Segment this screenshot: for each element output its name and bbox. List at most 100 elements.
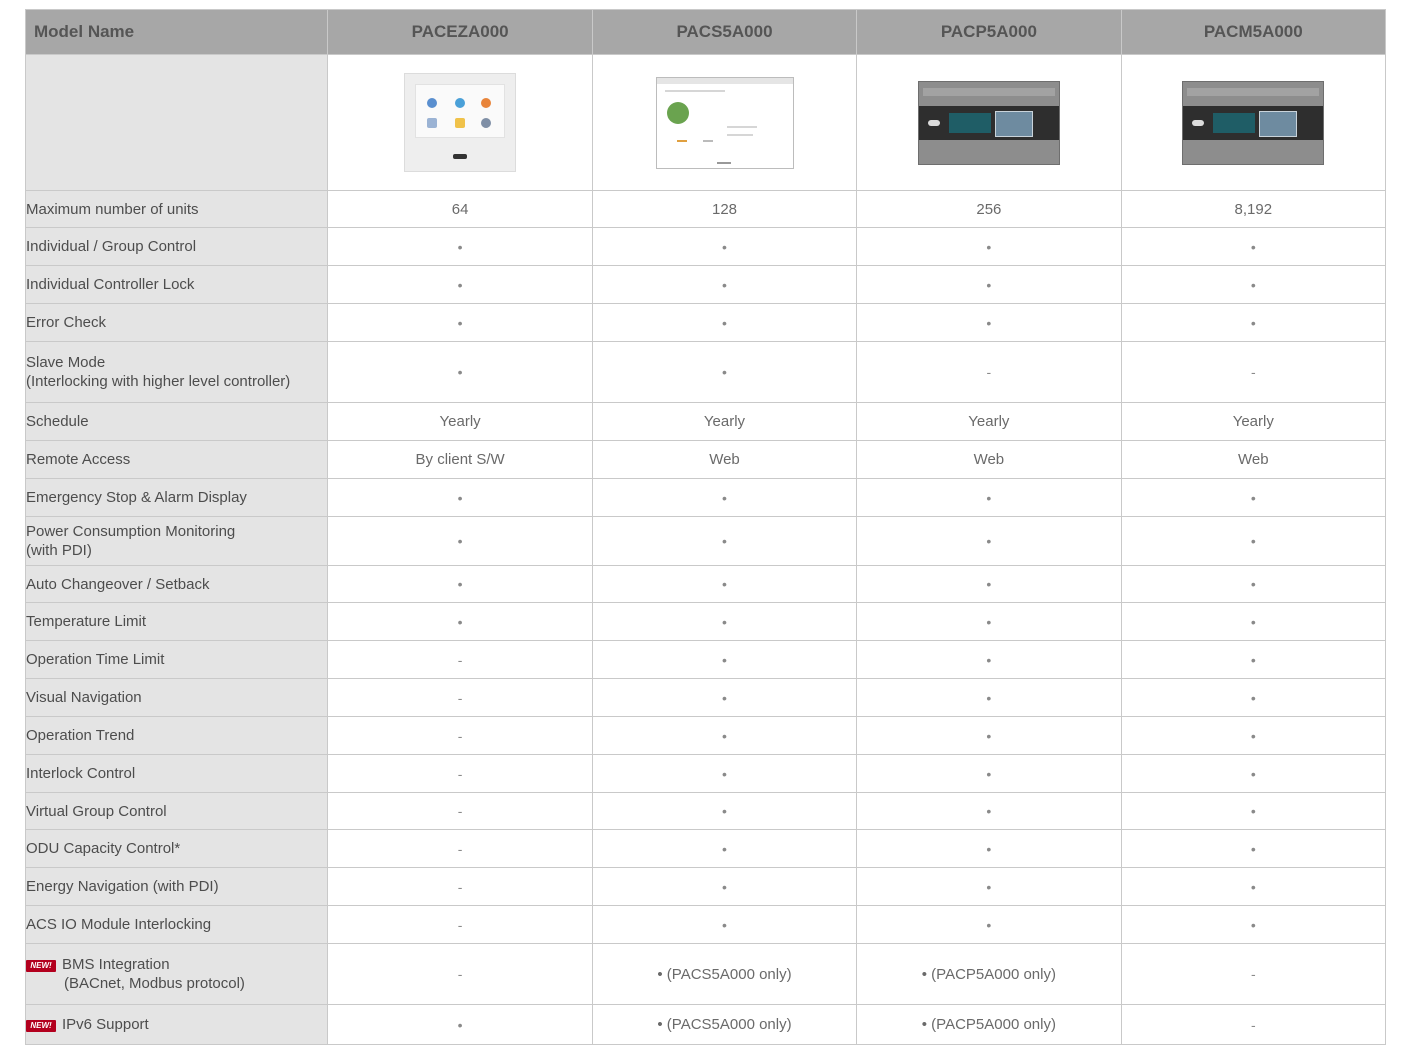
value-cell: -: [856, 341, 1122, 403]
value-cell: • (PACS5A000 only): [591, 1004, 858, 1045]
table-row: Interlock Control - • • •: [24, 754, 1387, 793]
value-cell: •: [1120, 867, 1387, 906]
value-cell: Yearly: [591, 402, 858, 441]
value-cell: •: [1120, 792, 1387, 830]
table-row: Schedule Yearly Yearly Yearly Yearly: [24, 402, 1387, 441]
value-cell: •: [591, 792, 858, 830]
value-cell: •: [856, 716, 1122, 755]
value-cell: Web: [591, 440, 858, 479]
feature-label-cell: NEW! BMS Integration (BACnet, Modbus proto…: [24, 943, 329, 1005]
value-cell: •: [327, 602, 593, 641]
value-cell: •: [1120, 602, 1387, 641]
feature-label: Individual / Group Control: [26, 238, 197, 255]
feature-label: BMS Integration: [62, 956, 170, 973]
feature-label: Operation Trend: [26, 727, 135, 744]
new-badge: NEW!: [26, 1020, 56, 1032]
value-cell: Web: [1120, 440, 1387, 479]
spec-comparison-table: Model Name PACEZA000 PACS5A000 PACP5A000…: [24, 9, 1387, 1045]
value-cell: 128: [591, 190, 858, 228]
value-cell: •: [856, 678, 1122, 717]
feature-label: Individual Controller Lock: [26, 276, 195, 293]
feature-label-cell: Individual / Group Control: [24, 227, 329, 266]
value-cell: •: [856, 640, 1122, 679]
value-cell: 8,192: [1120, 190, 1387, 228]
header-model: PACS5A000: [591, 9, 858, 55]
table-row: Energy Navigation (with PDI) - • • •: [24, 867, 1387, 906]
value-cell: -: [327, 829, 593, 868]
feature-sublabel: (BACnet, Modbus protocol): [64, 975, 245, 992]
feature-label: Temperature Limit: [26, 613, 147, 630]
value-cell: •: [856, 829, 1122, 868]
product-image-row: [24, 54, 1387, 191]
value-cell: •: [591, 303, 858, 342]
value-cell: •: [591, 829, 858, 868]
value-cell: •: [327, 303, 593, 342]
new-badge: NEW!: [26, 960, 56, 972]
value-cell: -: [327, 867, 593, 906]
table-row: Error Check • • • •: [24, 303, 1387, 342]
value-cell: •: [591, 716, 858, 755]
table-row: Individual / Group Control • • • •: [24, 227, 1387, 266]
value-cell: •: [856, 303, 1122, 342]
value-cell: 256: [856, 190, 1122, 228]
value-cell: •: [1120, 565, 1387, 603]
table-row: Power Consumption Monitoring (with PDI) • •…: [24, 516, 1387, 566]
feature-label: ODU Capacity Control*: [26, 840, 181, 857]
value-cell: •: [856, 565, 1122, 603]
value-cell: •: [327, 565, 593, 603]
product-image-cell: [856, 54, 1122, 191]
table-row: ODU Capacity Control* - • • •: [24, 829, 1387, 868]
value-cell: •: [327, 227, 593, 266]
feature-label: IPv6 Support: [62, 1016, 149, 1033]
value-cell: •: [1120, 716, 1387, 755]
value-cell: •: [1120, 678, 1387, 717]
value-cell: • (PACP5A000 only): [856, 943, 1122, 1005]
value-cell: Yearly: [856, 402, 1122, 441]
value-cell: •: [856, 516, 1122, 566]
value-cell: -: [327, 678, 593, 717]
feature-label-cell: Remote Access: [24, 440, 329, 479]
image-row-label: [24, 54, 329, 191]
feature-label-cell: Interlock Control: [24, 754, 329, 793]
value-cell: •: [591, 341, 858, 403]
value-cell: •: [591, 478, 858, 517]
feature-label: Visual Navigation: [26, 689, 142, 706]
product-image-cell: [591, 54, 858, 191]
value-cell: • (PACS5A000 only): [591, 943, 858, 1005]
value-cell: •: [856, 265, 1122, 304]
table-row: Individual Controller Lock • • • •: [24, 265, 1387, 304]
table-row: Remote Access By client S/W Web Web Web: [24, 440, 1387, 479]
feature-label: Energy Navigation (with PDI): [26, 878, 219, 895]
value-cell: •: [1120, 754, 1387, 793]
value-cell: •: [856, 602, 1122, 641]
value-cell: •: [1120, 516, 1387, 566]
value-cell: -: [327, 792, 593, 830]
value-cell: -: [1120, 943, 1387, 1005]
feature-label: Schedule: [26, 413, 89, 430]
value-cell: •: [856, 792, 1122, 830]
product-image-cell: [327, 54, 593, 191]
feature-label: Remote Access: [26, 451, 131, 468]
feature-sublabel: (with PDI): [26, 542, 92, 559]
feature-label-cell: Energy Navigation (with PDI): [24, 867, 329, 906]
table-row: Operation Time Limit - • • •: [24, 640, 1387, 679]
feature-label-cell: ODU Capacity Control*: [24, 829, 329, 868]
table-row: ACS IO Module Interlocking - • • •: [24, 905, 1387, 944]
value-cell: •: [591, 640, 858, 679]
feature-label: Error Check: [26, 314, 107, 331]
value-cell: 64: [327, 190, 593, 228]
table-row: NEW! IPv6 Support • • (PACS5A000 only) • (PA…: [24, 1004, 1387, 1045]
header-model-name: Model Name: [24, 9, 329, 55]
feature-label: Virtual Group Control: [26, 802, 167, 820]
header-model: PACP5A000: [856, 9, 1122, 55]
value-cell: -: [327, 905, 593, 944]
value-cell: By client S/W: [327, 440, 593, 479]
value-cell: •: [591, 905, 858, 944]
feature-label-cell: Auto Changeover / Setback: [24, 565, 329, 603]
value-cell: -: [327, 943, 593, 1005]
feature-sublabel: (Interlocking with higher level controll…: [26, 373, 291, 390]
value-cell: -: [327, 754, 593, 793]
touch-panel-controller-image: [404, 73, 517, 172]
feature-label-cell: NEW! IPv6 Support: [24, 1004, 329, 1045]
header-model: PACEZA000: [327, 9, 593, 55]
